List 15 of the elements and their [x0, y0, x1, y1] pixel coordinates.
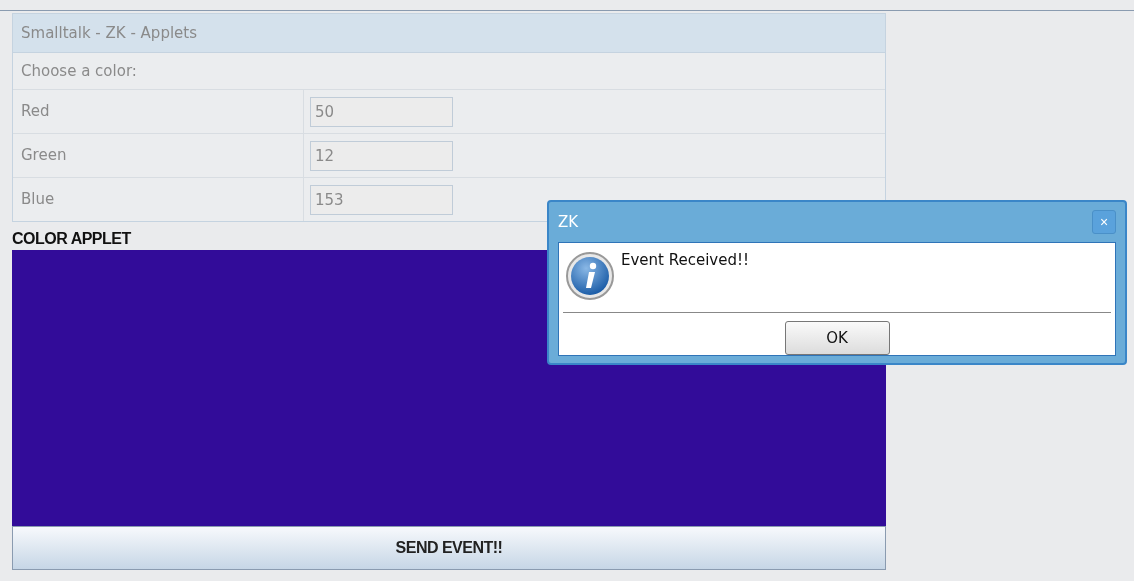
dialog-title: ZK: [558, 213, 579, 231]
applet-title: COLOR APPLET: [12, 229, 132, 248]
field-label: Green: [13, 134, 304, 177]
input-field[interactable]: 12: [310, 140, 453, 171]
panel-title: Smalltalk - ZK - Applets: [13, 14, 885, 53]
field-label: Blue: [13, 178, 304, 221]
send-event-button[interactable]: SEND EVENT!!: [12, 526, 886, 570]
close-button[interactable]: ×: [1092, 210, 1116, 234]
prompt-text: Choose a color:: [13, 53, 885, 90]
field-label: Red: [13, 90, 304, 133]
info-icon: [565, 251, 615, 301]
input-field[interactable]: 153: [310, 184, 453, 215]
ok-button[interactable]: OK: [784, 321, 890, 355]
input-field[interactable]: 50: [310, 96, 453, 127]
message-text: Event Received!!: [621, 251, 749, 269]
